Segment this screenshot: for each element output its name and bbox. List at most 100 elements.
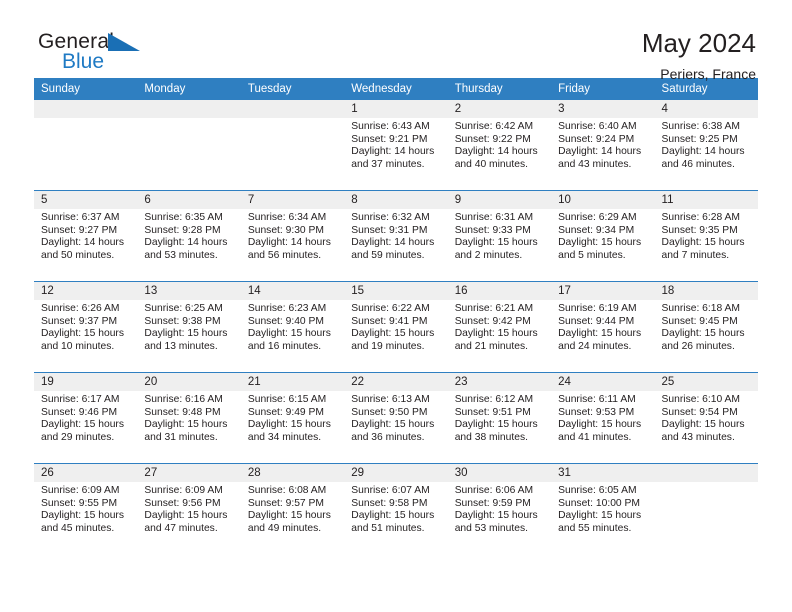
- day-details: Sunrise: 6:35 AM Sunset: 9:28 PM Dayligh…: [137, 209, 240, 262]
- sunrise-text: Sunrise: 6:05 AM: [558, 485, 637, 496]
- weekday-header-monday: Monday: [137, 78, 241, 100]
- calendar-day-cell[interactable]: 26 Sunrise: 6:09 AM Sunset: 9:55 PM Dayl…: [34, 463, 138, 554]
- daylight-text-line1: Daylight: 15 hours: [41, 419, 124, 431]
- sunrise-text: Sunrise: 6:11 AM: [558, 394, 636, 405]
- calendar-day-cell[interactable]: 12 Sunrise: 6:26 AM Sunset: 9:37 PM Dayl…: [34, 281, 138, 373]
- calendar-day-cell[interactable]: 15 Sunrise: 6:22 AM Sunset: 9:41 PM Dayl…: [344, 281, 448, 373]
- calendar-day-cell[interactable]: 18 Sunrise: 6:18 AM Sunset: 9:45 PM Dayl…: [654, 281, 758, 373]
- calendar-day-cell[interactable]: [34, 100, 138, 191]
- sunrise-text: Sunrise: 6:23 AM: [247, 303, 327, 314]
- day-details: Sunrise: 6:42 AM Sunset: 9:22 PM Dayligh…: [448, 118, 551, 171]
- sunset-text: Sunset: 9:45 PM: [661, 315, 738, 327]
- day-details: Sunrise: 6:16 AM Sunset: 9:48 PM Dayligh…: [137, 391, 240, 444]
- sunrise-text: Sunrise: 6:06 AM: [454, 485, 534, 496]
- calendar-day-cell[interactable]: 28 Sunrise: 6:08 AM Sunset: 9:57 PM Dayl…: [240, 463, 345, 554]
- sunset-text: Sunset: 9:38 PM: [144, 315, 221, 327]
- calendar-day-cell[interactable]: [654, 463, 758, 554]
- day-details: Sunrise: 6:21 AM Sunset: 9:42 PM Dayligh…: [448, 300, 551, 353]
- day-details: Sunrise: 6:19 AM Sunset: 9:44 PM Dayligh…: [551, 300, 654, 353]
- calendar-day-cell[interactable]: 21 Sunrise: 6:15 AM Sunset: 9:49 PM Dayl…: [240, 372, 345, 464]
- sunset-text: Sunset: 9:34 PM: [558, 224, 635, 236]
- sunrise-text: Sunrise: 6:31 AM: [454, 212, 534, 223]
- calendar-day-cell[interactable]: 9 Sunrise: 6:31 AM Sunset: 9:33 PM Dayli…: [447, 190, 552, 282]
- daylight-text-line2: and 46 minutes.: [661, 158, 735, 170]
- calendar-day-cell[interactable]: [240, 100, 345, 191]
- sunrise-text: Sunrise: 6:43 AM: [351, 121, 430, 132]
- calendar-day-cell[interactable]: 25 Sunrise: 6:10 AM Sunset: 9:54 PM Dayl…: [654, 372, 758, 464]
- daylight-text-line2: and 59 minutes.: [351, 249, 425, 261]
- day-number: 13: [137, 282, 241, 300]
- calendar-day-cell[interactable]: 30 Sunrise: 6:06 AM Sunset: 9:59 PM Dayl…: [447, 463, 552, 554]
- day-number: 18: [654, 282, 758, 300]
- calendar-day-cell[interactable]: 24 Sunrise: 6:11 AM Sunset: 9:53 PM Dayl…: [551, 372, 655, 464]
- page-header: General Blue May 2024 Periers, France: [34, 0, 758, 82]
- calendar-day-cell[interactable]: 23 Sunrise: 6:12 AM Sunset: 9:51 PM Dayl…: [447, 372, 552, 464]
- calendar-day-cell[interactable]: 8 Sunrise: 6:32 AM Sunset: 9:31 PM Dayli…: [344, 190, 448, 282]
- sunset-text: Sunset: 9:35 PM: [661, 224, 738, 236]
- calendar-week-row: 12 Sunrise: 6:26 AM Sunset: 9:37 PM Dayl…: [34, 281, 758, 373]
- calendar-day-cell[interactable]: 19 Sunrise: 6:17 AM Sunset: 9:46 PM Dayl…: [34, 372, 138, 464]
- daylight-text-line2: and 41 minutes.: [558, 431, 632, 443]
- calendar-day-cell[interactable]: 10 Sunrise: 6:29 AM Sunset: 9:34 PM Dayl…: [551, 190, 655, 282]
- sunset-text: Sunset: 9:46 PM: [41, 406, 118, 418]
- sunrise-text: Sunrise: 6:26 AM: [41, 303, 120, 314]
- calendar-day-cell[interactable]: [137, 100, 241, 191]
- calendar-day-cell[interactable]: 20 Sunrise: 6:16 AM Sunset: 9:48 PM Dayl…: [137, 372, 241, 464]
- calendar-day-cell[interactable]: 4 Sunrise: 6:38 AM Sunset: 9:25 PM Dayli…: [654, 100, 758, 191]
- weekday-header-wednesday: Wednesday: [344, 78, 448, 100]
- daylight-text-line1: Daylight: 15 hours: [558, 510, 642, 522]
- day-number: 19: [34, 373, 138, 391]
- daylight-text-line1: Daylight: 15 hours: [247, 328, 331, 340]
- calendar-day-cell[interactable]: 11 Sunrise: 6:28 AM Sunset: 9:35 PM Dayl…: [654, 190, 758, 282]
- day-details: Sunrise: 6:38 AM Sunset: 9:25 PM Dayligh…: [655, 118, 758, 171]
- calendar-day-cell[interactable]: 31 Sunrise: 6:05 AM Sunset: 10:00 PM Day…: [551, 463, 655, 554]
- sunset-text: Sunset: 9:24 PM: [558, 133, 635, 145]
- daylight-text-line1: Daylight: 15 hours: [41, 510, 124, 522]
- calendar-day-cell[interactable]: 2 Sunrise: 6:42 AM Sunset: 9:22 PM Dayli…: [447, 100, 552, 191]
- sunrise-text: Sunrise: 6:29 AM: [558, 212, 637, 223]
- daylight-text-line2: and 31 minutes.: [144, 431, 218, 443]
- day-number: 8: [344, 191, 448, 209]
- sunset-text: Sunset: 9:28 PM: [144, 224, 221, 236]
- calendar-day-cell[interactable]: 22 Sunrise: 6:13 AM Sunset: 9:50 PM Dayl…: [344, 372, 448, 464]
- calendar-day-cell[interactable]: 6 Sunrise: 6:35 AM Sunset: 9:28 PM Dayli…: [137, 190, 241, 282]
- day-number: 22: [344, 373, 448, 391]
- daylight-text-line2: and 24 minutes.: [558, 340, 632, 352]
- daylight-text-line1: Daylight: 15 hours: [454, 328, 538, 340]
- calendar-week-row: 5 Sunrise: 6:37 AM Sunset: 9:27 PM Dayli…: [34, 190, 758, 282]
- calendar-day-cell[interactable]: 1 Sunrise: 6:43 AM Sunset: 9:21 PM Dayli…: [344, 100, 448, 191]
- calendar-day-cell[interactable]: 5 Sunrise: 6:37 AM Sunset: 9:27 PM Dayli…: [34, 190, 138, 282]
- daylight-text-line1: Daylight: 14 hours: [144, 237, 228, 249]
- day-number: 25: [654, 373, 758, 391]
- day-details: Sunrise: 6:25 AM Sunset: 9:38 PM Dayligh…: [137, 300, 240, 353]
- calendar-day-cell[interactable]: 27 Sunrise: 6:09 AM Sunset: 9:56 PM Dayl…: [137, 463, 241, 554]
- calendar-day-cell[interactable]: 7 Sunrise: 6:34 AM Sunset: 9:30 PM Dayli…: [240, 190, 345, 282]
- day-details: Sunrise: 6:26 AM Sunset: 9:37 PM Dayligh…: [34, 300, 137, 353]
- daylight-text-line2: and 38 minutes.: [454, 431, 528, 443]
- day-number: 26: [34, 464, 138, 482]
- sunrise-text: Sunrise: 6:15 AM: [247, 394, 327, 405]
- sunset-text: Sunset: 9:30 PM: [247, 224, 324, 236]
- daylight-text-line1: Daylight: 15 hours: [41, 328, 124, 340]
- daylight-text-line2: and 56 minutes.: [247, 249, 322, 261]
- day-details: Sunrise: 6:09 AM Sunset: 9:55 PM Dayligh…: [34, 482, 137, 535]
- day-number: 23: [447, 373, 552, 391]
- day-details: Sunrise: 6:13 AM Sunset: 9:50 PM Dayligh…: [344, 391, 447, 444]
- calendar-day-cell[interactable]: 14 Sunrise: 6:23 AM Sunset: 9:40 PM Dayl…: [240, 281, 345, 373]
- daylight-text-line1: Daylight: 14 hours: [558, 146, 642, 158]
- sunset-text: Sunset: 9:50 PM: [351, 406, 428, 418]
- daylight-text-line2: and 36 minutes.: [351, 431, 425, 443]
- day-number: 17: [551, 282, 655, 300]
- calendar-day-cell[interactable]: 16 Sunrise: 6:21 AM Sunset: 9:42 PM Dayl…: [447, 281, 552, 373]
- day-number: 27: [137, 464, 241, 482]
- calendar-day-cell[interactable]: 17 Sunrise: 6:19 AM Sunset: 9:44 PM Dayl…: [551, 281, 655, 373]
- day-details: Sunrise: 6:31 AM Sunset: 9:33 PM Dayligh…: [448, 209, 551, 262]
- day-number: [34, 100, 138, 118]
- brand-logo[interactable]: General Blue: [34, 28, 154, 78]
- calendar-day-cell[interactable]: 13 Sunrise: 6:25 AM Sunset: 9:38 PM Dayl…: [137, 281, 241, 373]
- calendar-day-cell[interactable]: 29 Sunrise: 6:07 AM Sunset: 9:58 PM Dayl…: [344, 463, 448, 554]
- calendar-day-cell[interactable]: 3 Sunrise: 6:40 AM Sunset: 9:24 PM Dayli…: [551, 100, 655, 191]
- daylight-text-line1: Daylight: 14 hours: [351, 146, 435, 158]
- day-details: Sunrise: 6:37 AM Sunset: 9:27 PM Dayligh…: [34, 209, 137, 262]
- daylight-text-line1: Daylight: 14 hours: [247, 237, 331, 249]
